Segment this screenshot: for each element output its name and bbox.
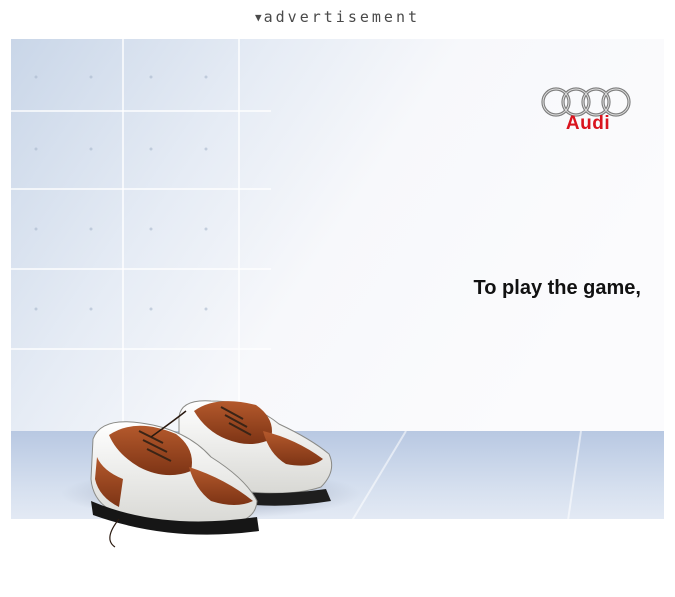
triangle-down-icon: ▼ (254, 11, 262, 24)
ad-tagline: To play the game, (473, 277, 641, 299)
advertisement-label: advertisement (263, 8, 421, 26)
advertisement-header[interactable]: ▼ advertisement (0, 6, 675, 28)
ad-banner[interactable]: Audi To play the game, (11, 39, 664, 597)
brand-wordmark: Audi (565, 113, 611, 134)
